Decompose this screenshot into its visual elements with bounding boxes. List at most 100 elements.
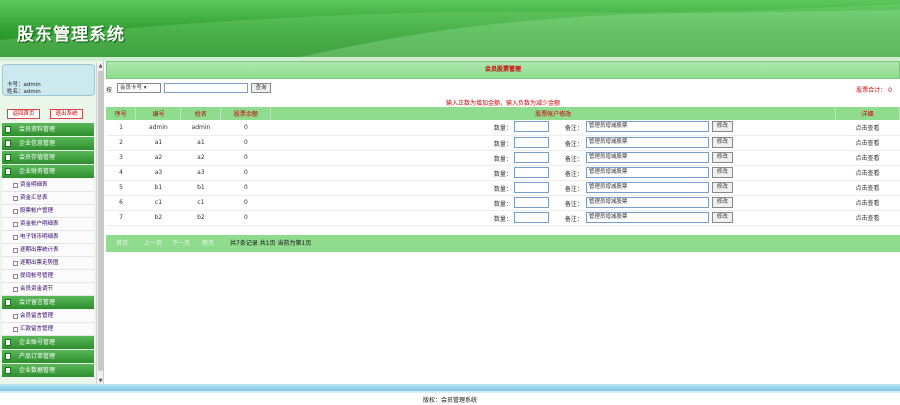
menu-item-withdraw-account[interactable]: 提现帐号管理 <box>2 270 94 283</box>
bullet-icon <box>13 183 18 188</box>
note-input[interactable]: 管理员增减股票 <box>585 181 709 193</box>
cell-balance: 0 <box>220 180 271 196</box>
bullet-icon <box>13 274 18 279</box>
amount-label: 数量： <box>493 140 512 148</box>
cell-modify: 数量： 备注： 管理员增减股票 修改 <box>270 135 836 151</box>
search-button[interactable]: 查询 <box>251 83 271 93</box>
cell-balance: 0 <box>220 165 271 181</box>
menu-group-finance[interactable]: 企业财务管理 <box>2 165 94 178</box>
detail-link[interactable]: 点击查看 <box>835 135 900 151</box>
menu-item-fund-account-detail[interactable]: 资金帐户明细表 <box>2 218 94 231</box>
pager-last[interactable]: 尾页 <box>202 235 214 252</box>
note-label: 备注： <box>564 140 583 148</box>
menu-toggle-icon <box>5 154 11 161</box>
note-input[interactable]: 管理员增减股票 <box>585 151 709 163</box>
menu-item-stock-account[interactable]: 股票帐户管理 <box>2 205 94 218</box>
search-prefix: 按 <box>106 87 113 94</box>
app-title: 股东管理系统 <box>17 25 125 45</box>
pager-prev[interactable]: 上一页 <box>144 235 162 252</box>
header-wave-decoration <box>0 4 900 57</box>
cell-seq: 5 <box>106 180 136 196</box>
modify-button[interactable]: 修改 <box>711 211 733 223</box>
stock-table: 序号 编号 姓名 股票余额 股票帐户修改 详细 1 admin admin 0 数量：备… <box>106 107 900 226</box>
menu-group-data[interactable]: 企业数据管理 <box>2 364 94 377</box>
cell-name: a3 <box>180 165 221 181</box>
menu-item-fund-summary[interactable]: 资金汇总表 <box>2 192 94 205</box>
cell-modify: 数量： 备注： 管理员增减股票 修改 <box>270 180 836 196</box>
menu-group-deposit[interactable]: 会员存值管理 <box>2 151 94 164</box>
search-input[interactable] <box>164 83 248 93</box>
sidebar-menu: 会员资料管理 企业信息管理 会员存值管理 企业财务管理 资金明细表 资金汇总表 … <box>2 123 94 378</box>
amount-input[interactable] <box>513 166 549 178</box>
detail-link[interactable]: 点击查看 <box>835 180 900 196</box>
bullet-icon <box>13 196 18 201</box>
amount-label: 数量： <box>493 155 512 163</box>
note-input[interactable]: 管理员增减股票 <box>585 136 709 148</box>
detail-link[interactable]: 点击查看 <box>835 120 900 136</box>
note-input[interactable]: 管理员增减股票 <box>585 121 709 133</box>
menu-toggle-icon <box>5 168 11 175</box>
menu-group-messages[interactable]: 会计留言管理 <box>2 296 94 309</box>
menu-item-fund-detail[interactable]: 资金明细表 <box>2 179 94 192</box>
note-label: 备注： <box>564 185 583 193</box>
menu-toggle-icon <box>5 339 11 346</box>
menu-item-fund-adjust[interactable]: 会员资金调节 <box>2 283 94 296</box>
note-input[interactable]: 管理员增减股票 <box>585 166 709 178</box>
menu-group-accounts[interactable]: 企业账号管理 <box>2 336 94 349</box>
detail-link[interactable]: 点击查看 <box>835 210 900 226</box>
amount-input[interactable] <box>513 121 549 133</box>
cell-code: c1 <box>135 195 181 211</box>
modify-button[interactable]: 修改 <box>711 196 733 208</box>
table-header: 序号 编号 姓名 股票余额 股票帐户修改 详细 <box>106 107 900 120</box>
cell-name: admin <box>180 120 221 136</box>
amount-input[interactable] <box>513 136 549 148</box>
amount-input[interactable] <box>513 181 549 193</box>
detail-link[interactable]: 点击查看 <box>835 195 900 211</box>
menu-item-member-messages[interactable]: 会员留言管理 <box>2 310 94 323</box>
menu-group-orders[interactable]: 产品订单管理 <box>2 350 94 363</box>
footer-bar-light <box>0 391 900 393</box>
scroll-up-icon[interactable]: ▲ <box>98 63 103 69</box>
note-input[interactable]: 管理员增减股票 <box>585 211 709 223</box>
home-button[interactable]: 返回首页 <box>7 109 40 119</box>
amount-input[interactable] <box>513 196 549 208</box>
menu-group-company[interactable]: 企业信息管理 <box>2 137 94 150</box>
amount-input[interactable] <box>513 151 549 163</box>
amount-label: 数量： <box>493 125 512 133</box>
detail-link[interactable]: 点击查看 <box>835 150 900 166</box>
pager-first[interactable]: 首页 <box>116 235 128 252</box>
search-field-select[interactable]: 会员卡号 ▾ <box>117 83 161 93</box>
modify-button[interactable]: 修改 <box>711 181 733 193</box>
modify-button[interactable]: 修改 <box>711 136 733 148</box>
menu-toggle-icon <box>5 353 11 360</box>
modify-button[interactable]: 修改 <box>711 151 733 163</box>
bullet-icon <box>13 248 18 253</box>
cell-seq: 3 <box>106 150 136 166</box>
modify-button[interactable]: 修改 <box>711 166 733 178</box>
amount-label: 数量： <box>493 185 512 193</box>
menu-item-remit-messages[interactable]: 汇款留言管理 <box>2 323 94 336</box>
cell-modify: 数量： 备注： 管理员增减股票 修改 <box>270 150 836 166</box>
scroll-thumb[interactable] <box>98 71 103 371</box>
menu-item-ticket-trend[interactable]: 逐期出票走势图 <box>2 257 94 270</box>
menu-item-ecash-detail[interactable]: 电子钱币明细表 <box>2 231 94 244</box>
menu-group-members[interactable]: 会员资料管理 <box>2 123 94 136</box>
user-name: 姓名：admin <box>7 89 41 95</box>
app-header: 股东管理系统 <box>0 0 900 57</box>
logout-button[interactable]: 退出系统 <box>50 109 83 119</box>
main-panel: 会员股票管理 按 会员卡号 ▾ 查询 股票合计： 0 输入正数为增加金额，输入负… <box>106 61 900 384</box>
note-input[interactable]: 管理员增减股票 <box>585 196 709 208</box>
sidebar-scrollbar[interactable]: ▲ ▼ <box>96 63 103 384</box>
pager-next[interactable]: 下一页 <box>172 235 190 252</box>
cell-seq: 2 <box>106 135 136 151</box>
modify-button[interactable]: 修改 <box>711 121 733 133</box>
cell-name: a1 <box>180 135 221 151</box>
bullet-icon <box>13 209 18 214</box>
search-bar: 按 会员卡号 ▾ 查询 股票合计： 0 <box>106 83 900 95</box>
detail-link[interactable]: 点击查看 <box>835 165 900 181</box>
menu-item-ticket-stats[interactable]: 逐期出票统计表 <box>2 244 94 257</box>
amount-input[interactable] <box>513 211 549 223</box>
cell-modify: 数量： 备注： 管理员增减股票 修改 <box>270 165 836 181</box>
amount-label: 数量： <box>493 200 512 208</box>
note-label: 备注： <box>564 170 583 178</box>
